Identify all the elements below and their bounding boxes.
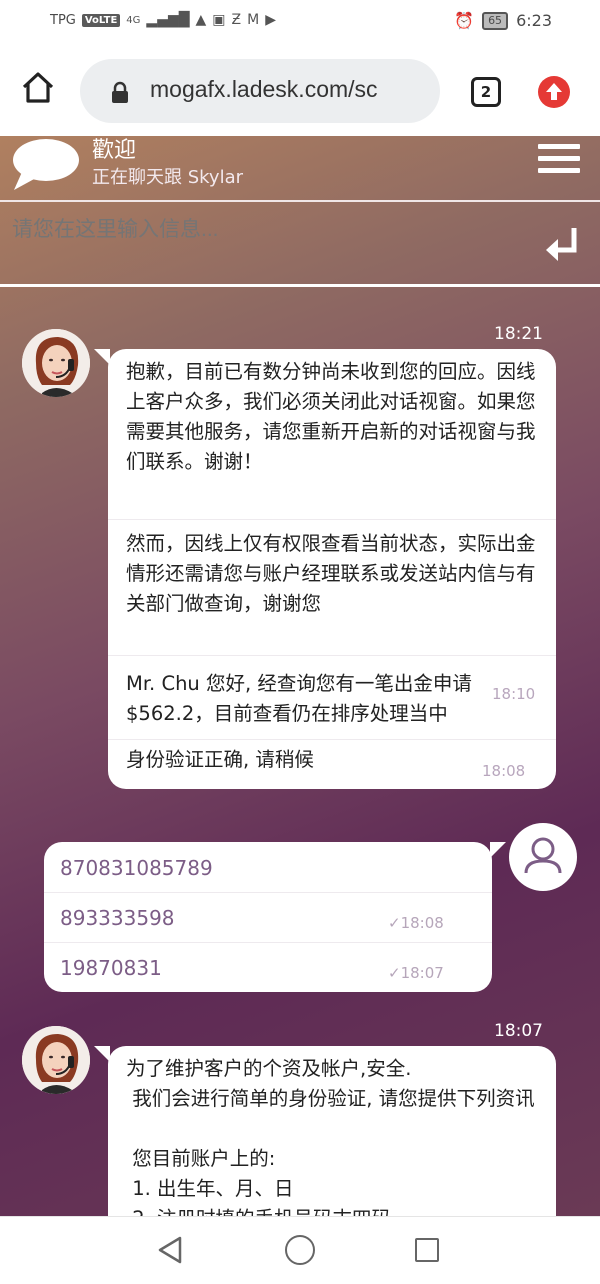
status-right: ⏰ 65 6:23 xyxy=(454,11,552,30)
status-left: TPG VoLTE 4G ▂▄▆█ ▲ ▣ Ƶ M ▶ xyxy=(50,12,276,28)
message-time: 18:10 xyxy=(492,685,536,703)
square-recents-icon[interactable] xyxy=(415,1238,439,1262)
back-icon[interactable] xyxy=(156,1235,184,1265)
composer xyxy=(0,202,600,286)
menu-icon xyxy=(538,144,580,149)
status-bar: TPG VoLTE 4G ▂▄▆█ ▲ ▣ Ƶ M ▶ ⏰ 65 6:23 xyxy=(0,0,600,44)
message-text: 然而，因线上仅有权限查看当前状态，实际出金情形还需请您与账户经理联系或发送站内信… xyxy=(126,532,536,615)
warning-icon: ▲ xyxy=(195,12,207,28)
mail-icon: M xyxy=(247,12,260,28)
user-message-text: 893333598 xyxy=(60,906,175,930)
agent-avatar xyxy=(22,329,90,397)
agent-avatar-icon xyxy=(22,1026,90,1094)
home-icon xyxy=(22,72,54,103)
chat-header: 歡迎 正在聊天跟 Skylar xyxy=(0,136,600,200)
chat-subtitle: 正在聊天跟 Skylar xyxy=(92,167,244,188)
menu-button[interactable] xyxy=(538,144,580,180)
browser-toolbar: mogafx.ladesk.com/sc 2 xyxy=(0,44,600,136)
volte-badge: VoLTE xyxy=(81,13,121,27)
agent-avatar-icon xyxy=(22,329,90,397)
chat-title: 歡迎 xyxy=(92,138,137,163)
tabs-button[interactable]: 2 xyxy=(471,77,501,107)
agent-avatar xyxy=(22,1026,90,1094)
video-icon: ▶ xyxy=(265,12,276,28)
app-icon: ▣ xyxy=(212,12,226,28)
url-bar[interactable]: mogafx.ladesk.com/sc xyxy=(80,59,440,123)
carrier-label: TPG xyxy=(50,12,76,28)
signal-icon: ▂▄▆█ xyxy=(146,12,190,28)
divider xyxy=(0,284,600,287)
home-button[interactable] xyxy=(20,70,60,110)
message-text: 为了维护客户的个资及帐户,安全. xyxy=(126,1057,412,1080)
message-time: ✓18:07 xyxy=(388,964,444,982)
agent-message-bubble: 为了维护客户的个资及帐户,安全. 我们会进行简单的身份验证, 请您提供下列资讯 … xyxy=(94,1046,556,1216)
message-input[interactable] xyxy=(12,218,512,242)
message-text: 身份验证正确, 请稍候 xyxy=(126,748,314,771)
clock: 6:23 xyxy=(516,11,552,30)
chat-bubble-icon xyxy=(13,139,79,190)
message-text: 抱歉，目前已有数分钟尚未收到您的回应。因线上客户众多，我们必须关闭此对话视窗。如… xyxy=(126,360,536,473)
divider xyxy=(44,942,492,943)
divider xyxy=(108,655,556,656)
divider xyxy=(108,739,556,740)
user-message-text: 870831085789 xyxy=(60,856,213,880)
update-icon xyxy=(546,83,562,100)
system-nav-bar xyxy=(0,1216,600,1284)
enter-icon xyxy=(546,228,577,261)
user-message-text: 19870831 xyxy=(60,956,162,980)
update-button[interactable] xyxy=(538,76,570,108)
battery-indicator: 65 xyxy=(482,11,509,30)
divider xyxy=(44,892,492,893)
message-text: 我们会进行简单的身份验证, 请您提供下列资讯 xyxy=(126,1087,535,1110)
url-text[interactable]: mogafx.ladesk.com/sc xyxy=(150,76,378,103)
send-button[interactable] xyxy=(544,224,580,264)
user-message-bubble: 870831085789 893333598 ✓18:08 19870831 ✓… xyxy=(44,842,506,992)
divider xyxy=(108,519,556,520)
network-label: 4G xyxy=(126,14,141,26)
chat-window: 歡迎 正在聊天跟 Skylar 18:21 xyxy=(0,136,600,1216)
message-text: 2. 注册时填的手机号码末四码 xyxy=(126,1204,538,1216)
message-time: 18:08 xyxy=(482,762,526,780)
lock-icon xyxy=(112,81,128,103)
message-text: 您目前账户上的: xyxy=(126,1147,276,1170)
message-text: 1. 出生年、月、日 xyxy=(126,1177,294,1200)
alarm-icon: ⏰ xyxy=(454,11,475,30)
user-icon xyxy=(524,837,562,874)
message-time: ✓18:08 xyxy=(388,914,444,932)
message-timestamp: 18:07 xyxy=(494,1021,543,1041)
message-text: Mr. Chu 您好, 经查询您有一笔出金申请 $562.2，目前查看仍在排序处… xyxy=(126,672,472,725)
circle-home-icon[interactable] xyxy=(285,1235,315,1265)
tab-count: 2 xyxy=(480,83,492,101)
message-timestamp: 18:21 xyxy=(494,324,543,344)
agent-message-bubble: 抱歉，目前已有数分钟尚未收到您的回应。因线上客户众多，我们必须关闭此对话视窗。如… xyxy=(94,349,556,789)
zap-icon: Ƶ xyxy=(231,12,242,28)
user-avatar xyxy=(509,823,577,891)
